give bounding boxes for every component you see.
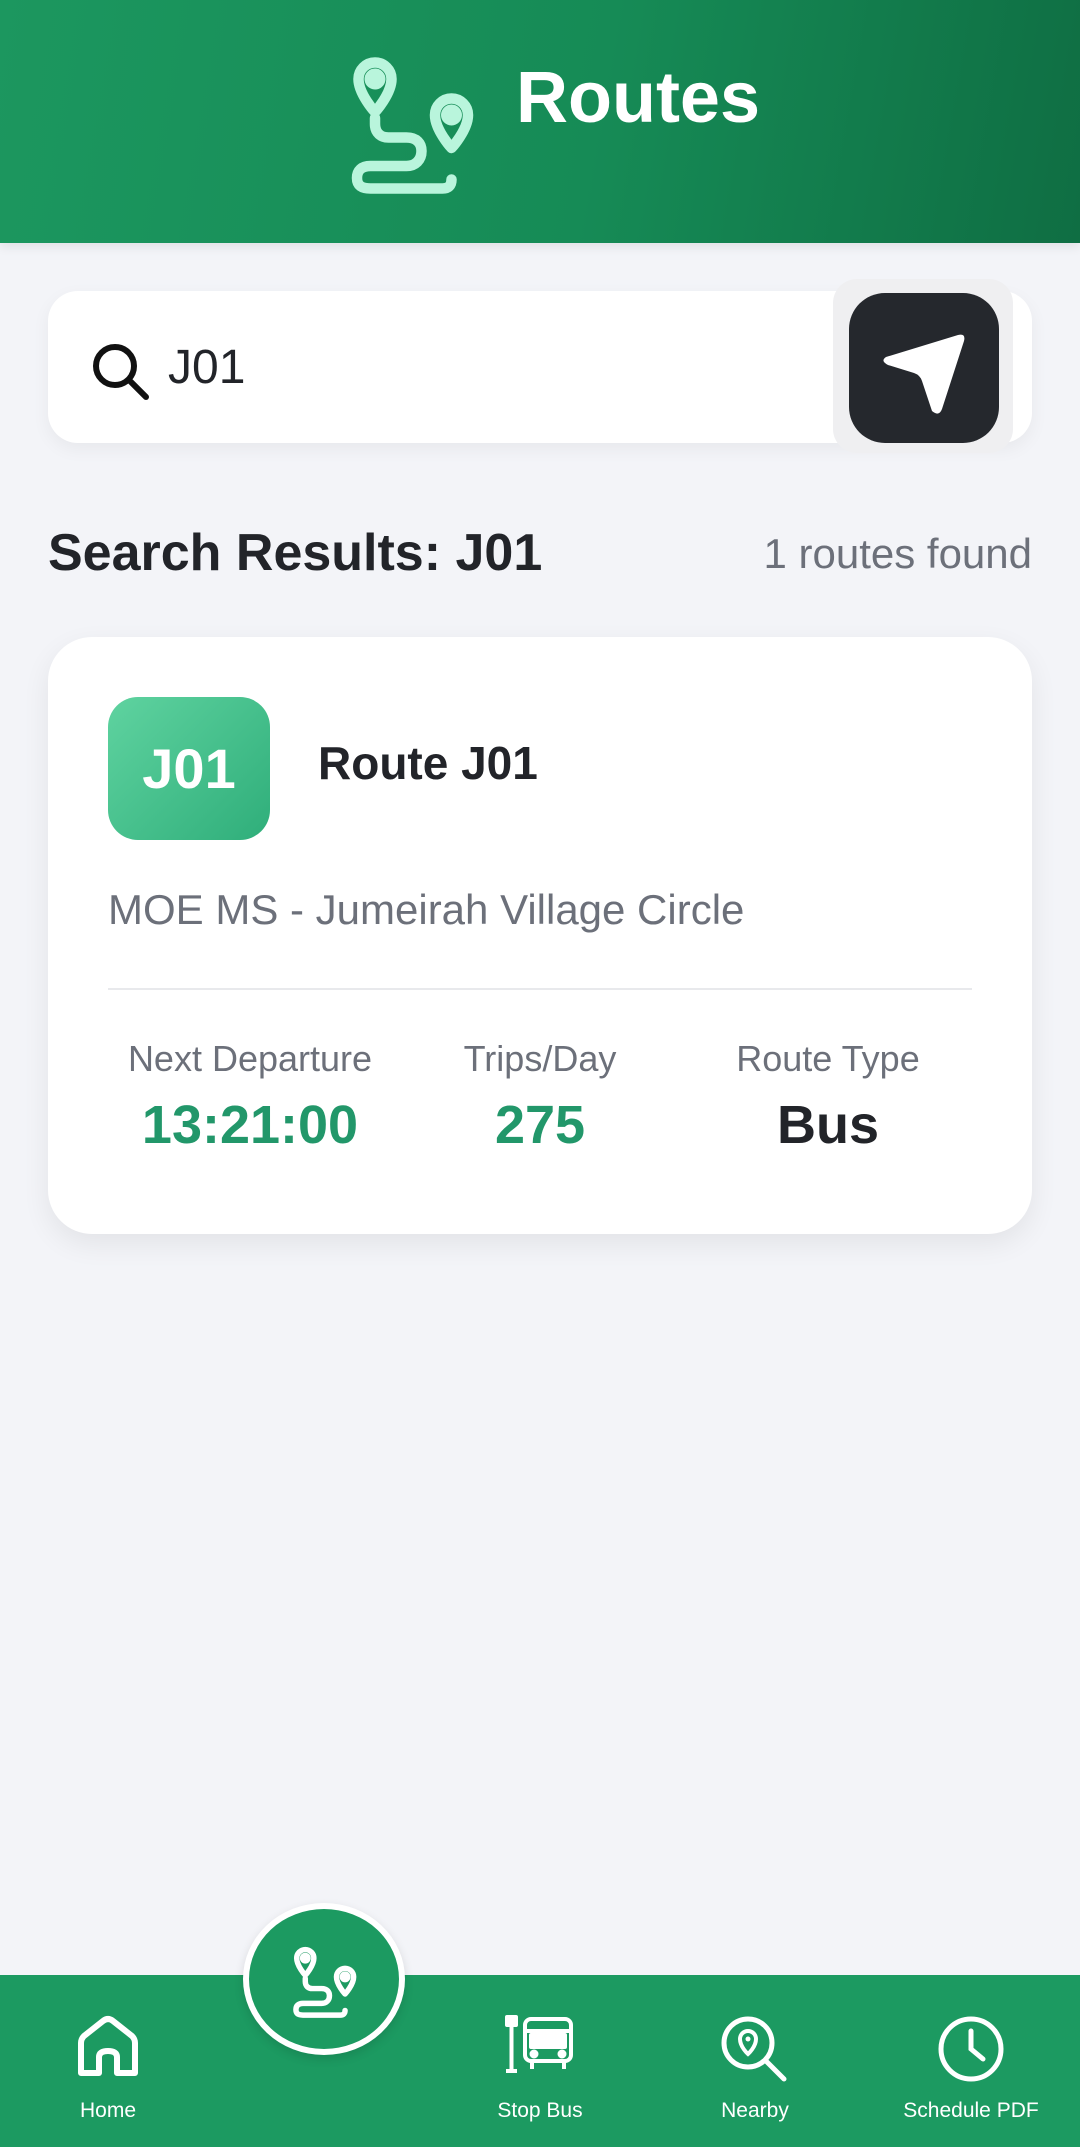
nav-item-stop-bus[interactable]: Stop Bus <box>440 1975 640 2147</box>
nav-label: Stop Bus <box>497 2099 583 2122</box>
stat-value: 275 <box>494 1095 586 1155</box>
routes-screen: Routes Search Results: J01 1 routes foun… <box>0 0 1080 2147</box>
nav-label: Nearby <box>721 2099 789 2122</box>
search-bar <box>48 279 1032 453</box>
route-icon <box>351 57 474 194</box>
card-divider <box>108 988 972 990</box>
stat-route-type: Route Type Bus <box>678 1037 978 1157</box>
nav-label: Schedule PDF <box>903 2099 1039 2122</box>
locate-button-wrapper <box>833 279 1013 453</box>
route-name: Route J01 <box>318 737 538 789</box>
routes-fab-button[interactable] <box>243 1903 405 2055</box>
page-title: Routes <box>516 58 761 138</box>
results-count: 1 routes found <box>763 530 1032 577</box>
route-badge: J01 <box>108 697 270 840</box>
stat-next-departure: Next Departure 13:21:00 <box>100 1037 400 1157</box>
home-icon <box>78 2016 138 2076</box>
route-icon <box>293 1946 357 2018</box>
nav-item-schedule-pdf[interactable]: Schedule PDF <box>871 1975 1071 2147</box>
stat-trips-per-day: Trips/Day 275 <box>390 1037 690 1157</box>
navigation-arrow-icon <box>883 334 965 414</box>
bus-stop-icon <box>505 2015 573 2073</box>
route-description: MOE MS - Jumeirah Village Circle <box>108 886 745 933</box>
stat-label: Trips/Day <box>463 1038 617 1079</box>
nav-item-home[interactable]: Home <box>8 1975 208 2147</box>
route-card[interactable]: J01 Route J01 MOE MS - Jumeirah Village … <box>48 637 1032 1234</box>
stat-value: Bus <box>776 1095 879 1155</box>
app-header: Routes <box>0 0 1080 243</box>
stat-label: Next Departure <box>127 1038 373 1079</box>
search-icon <box>93 344 149 400</box>
nearby-search-icon <box>721 2016 787 2082</box>
stat-value: 13:21:00 <box>141 1095 359 1155</box>
nav-item-nearby[interactable]: Nearby <box>655 1975 855 2147</box>
nav-label: Home <box>79 2099 137 2122</box>
stat-label: Route Type <box>736 1038 920 1079</box>
bottom-navigation: Home Stop Bus Nearby Schedule PDF <box>0 1975 1080 2147</box>
search-input[interactable] <box>168 329 728 405</box>
results-title: Search Results: J01 <box>48 524 543 582</box>
clock-icon <box>938 2016 1004 2082</box>
locate-button[interactable] <box>849 293 999 443</box>
